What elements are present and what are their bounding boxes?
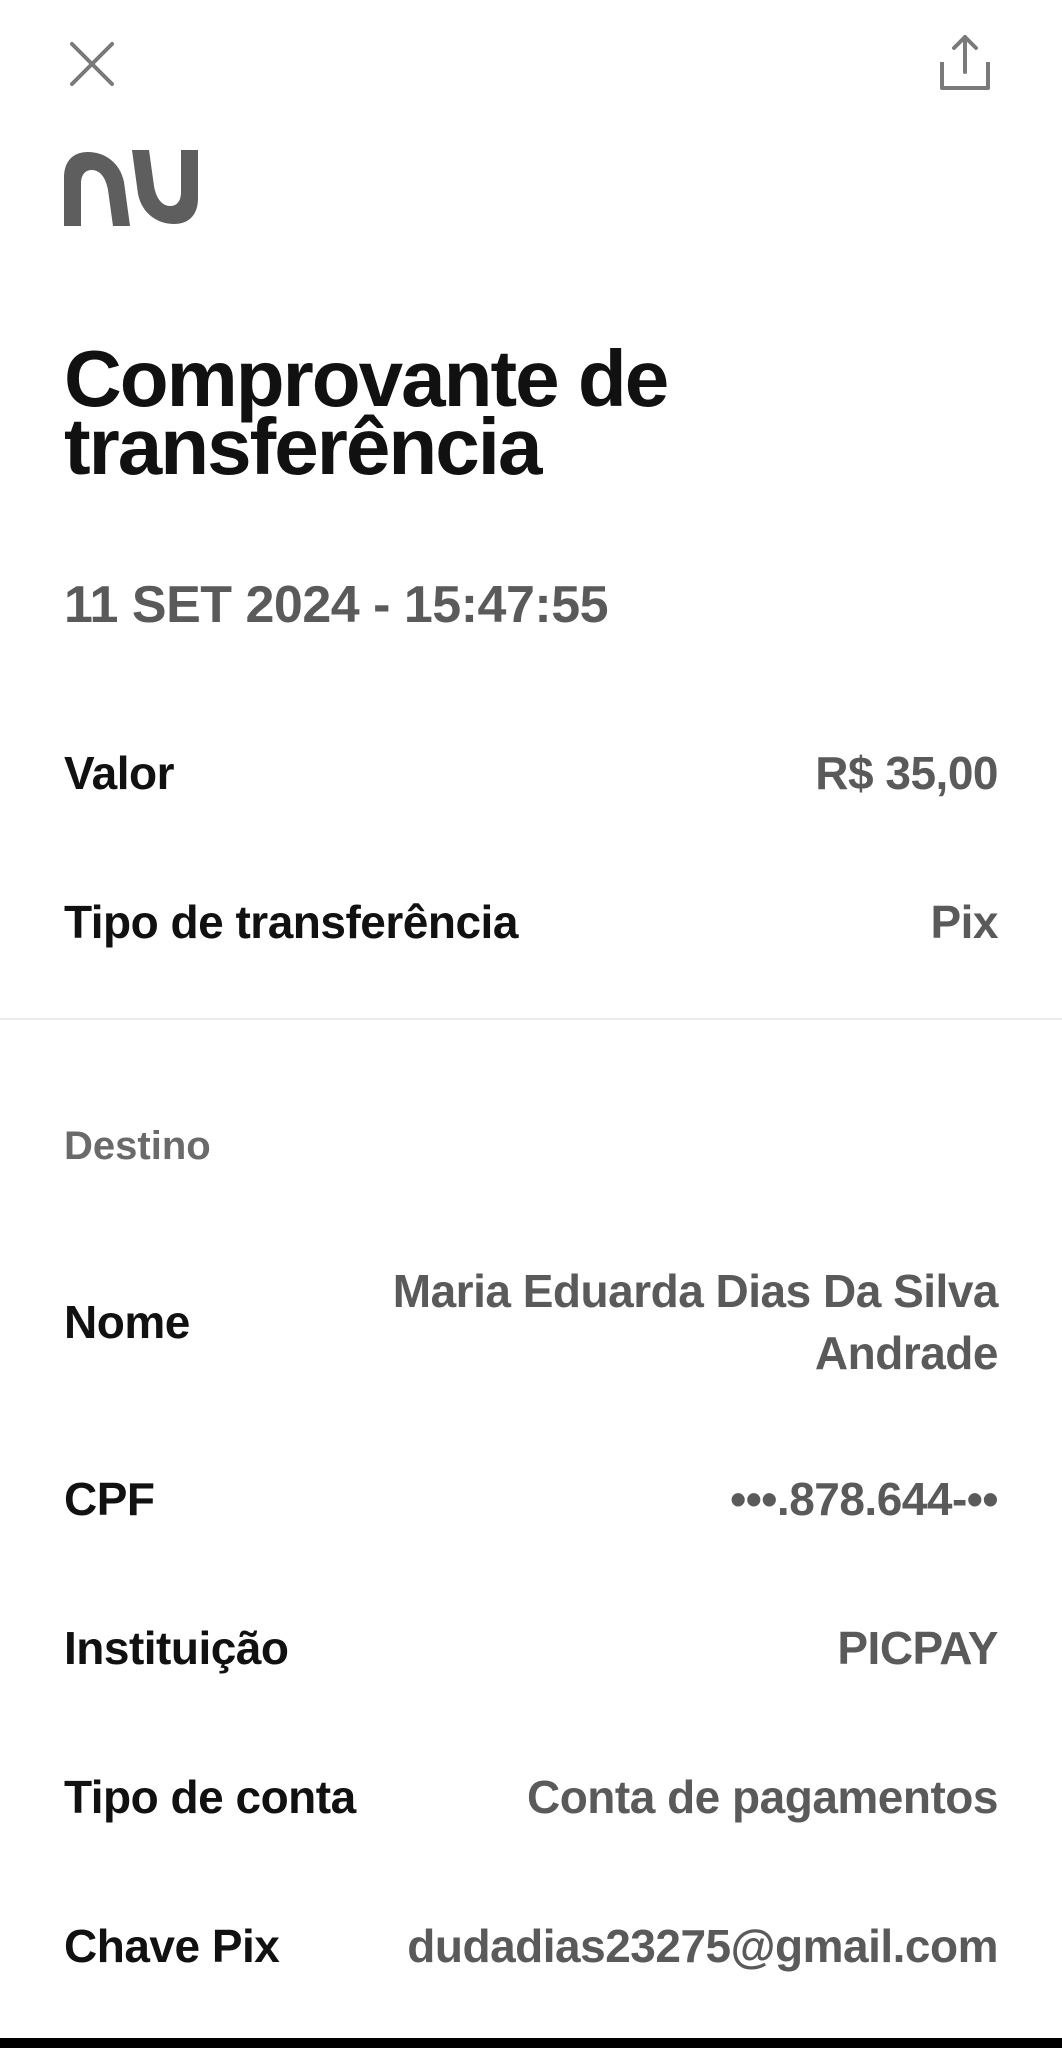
tipo-transferencia-row: Tipo de transferência Pix [64, 895, 998, 949]
valor-label: Valor [64, 747, 175, 799]
instituicao-row: Instituição PICPAY [64, 1621, 998, 1675]
instituicao-label: Instituição [64, 1622, 289, 1674]
close-icon [70, 42, 114, 86]
close-button[interactable] [58, 30, 126, 98]
tipo-conta-value: Conta de pagamentos [526, 1771, 999, 1823]
transfer-datetime: 11 SET 2024 - 15:47:55 [64, 576, 609, 634]
cpf-value: •••.878.644-•• [730, 1473, 998, 1525]
tipo-conta-label: Tipo de conta [64, 1771, 356, 1823]
cpf-row: CPF •••.878.644-•• [64, 1472, 998, 1526]
section-divider [0, 1018, 1062, 1020]
page-title: Comprovante de transferência [64, 339, 964, 491]
share-button[interactable] [930, 28, 1000, 98]
nome-row: Nome Maria Eduarda Dias Da Silva Andrade [64, 1260, 999, 1384]
chave-pix-value: dudadias23275@gmail.com [407, 1920, 998, 1972]
tipo-conta-row: Tipo de conta Conta de pagamentos [64, 1770, 999, 1824]
valor-row: Valor R$ 35,00 [64, 746, 998, 800]
cpf-label: CPF [64, 1473, 155, 1525]
bottom-edge-bar [0, 2038, 1062, 2048]
top-bar [0, 0, 1062, 130]
destino-section-title: Destino [64, 1124, 211, 1168]
tipo-transferencia-label: Tipo de transferência [64, 896, 518, 948]
chave-pix-label: Chave Pix [64, 1920, 280, 1972]
instituicao-value: PICPAY [837, 1622, 998, 1674]
valor-value: R$ 35,00 [815, 747, 998, 799]
page-title-line2: transferência [64, 402, 542, 491]
share-icon [940, 35, 990, 90]
tipo-transferencia-value: Pix [930, 896, 998, 948]
chave-pix-row: Chave Pix dudadias23275@gmail.com [64, 1919, 998, 1973]
nome-label: Nome [64, 1296, 190, 1348]
nu-logo [64, 150, 198, 226]
nome-value: Maria Eduarda Dias Da Silva Andrade [392, 1265, 999, 1379]
